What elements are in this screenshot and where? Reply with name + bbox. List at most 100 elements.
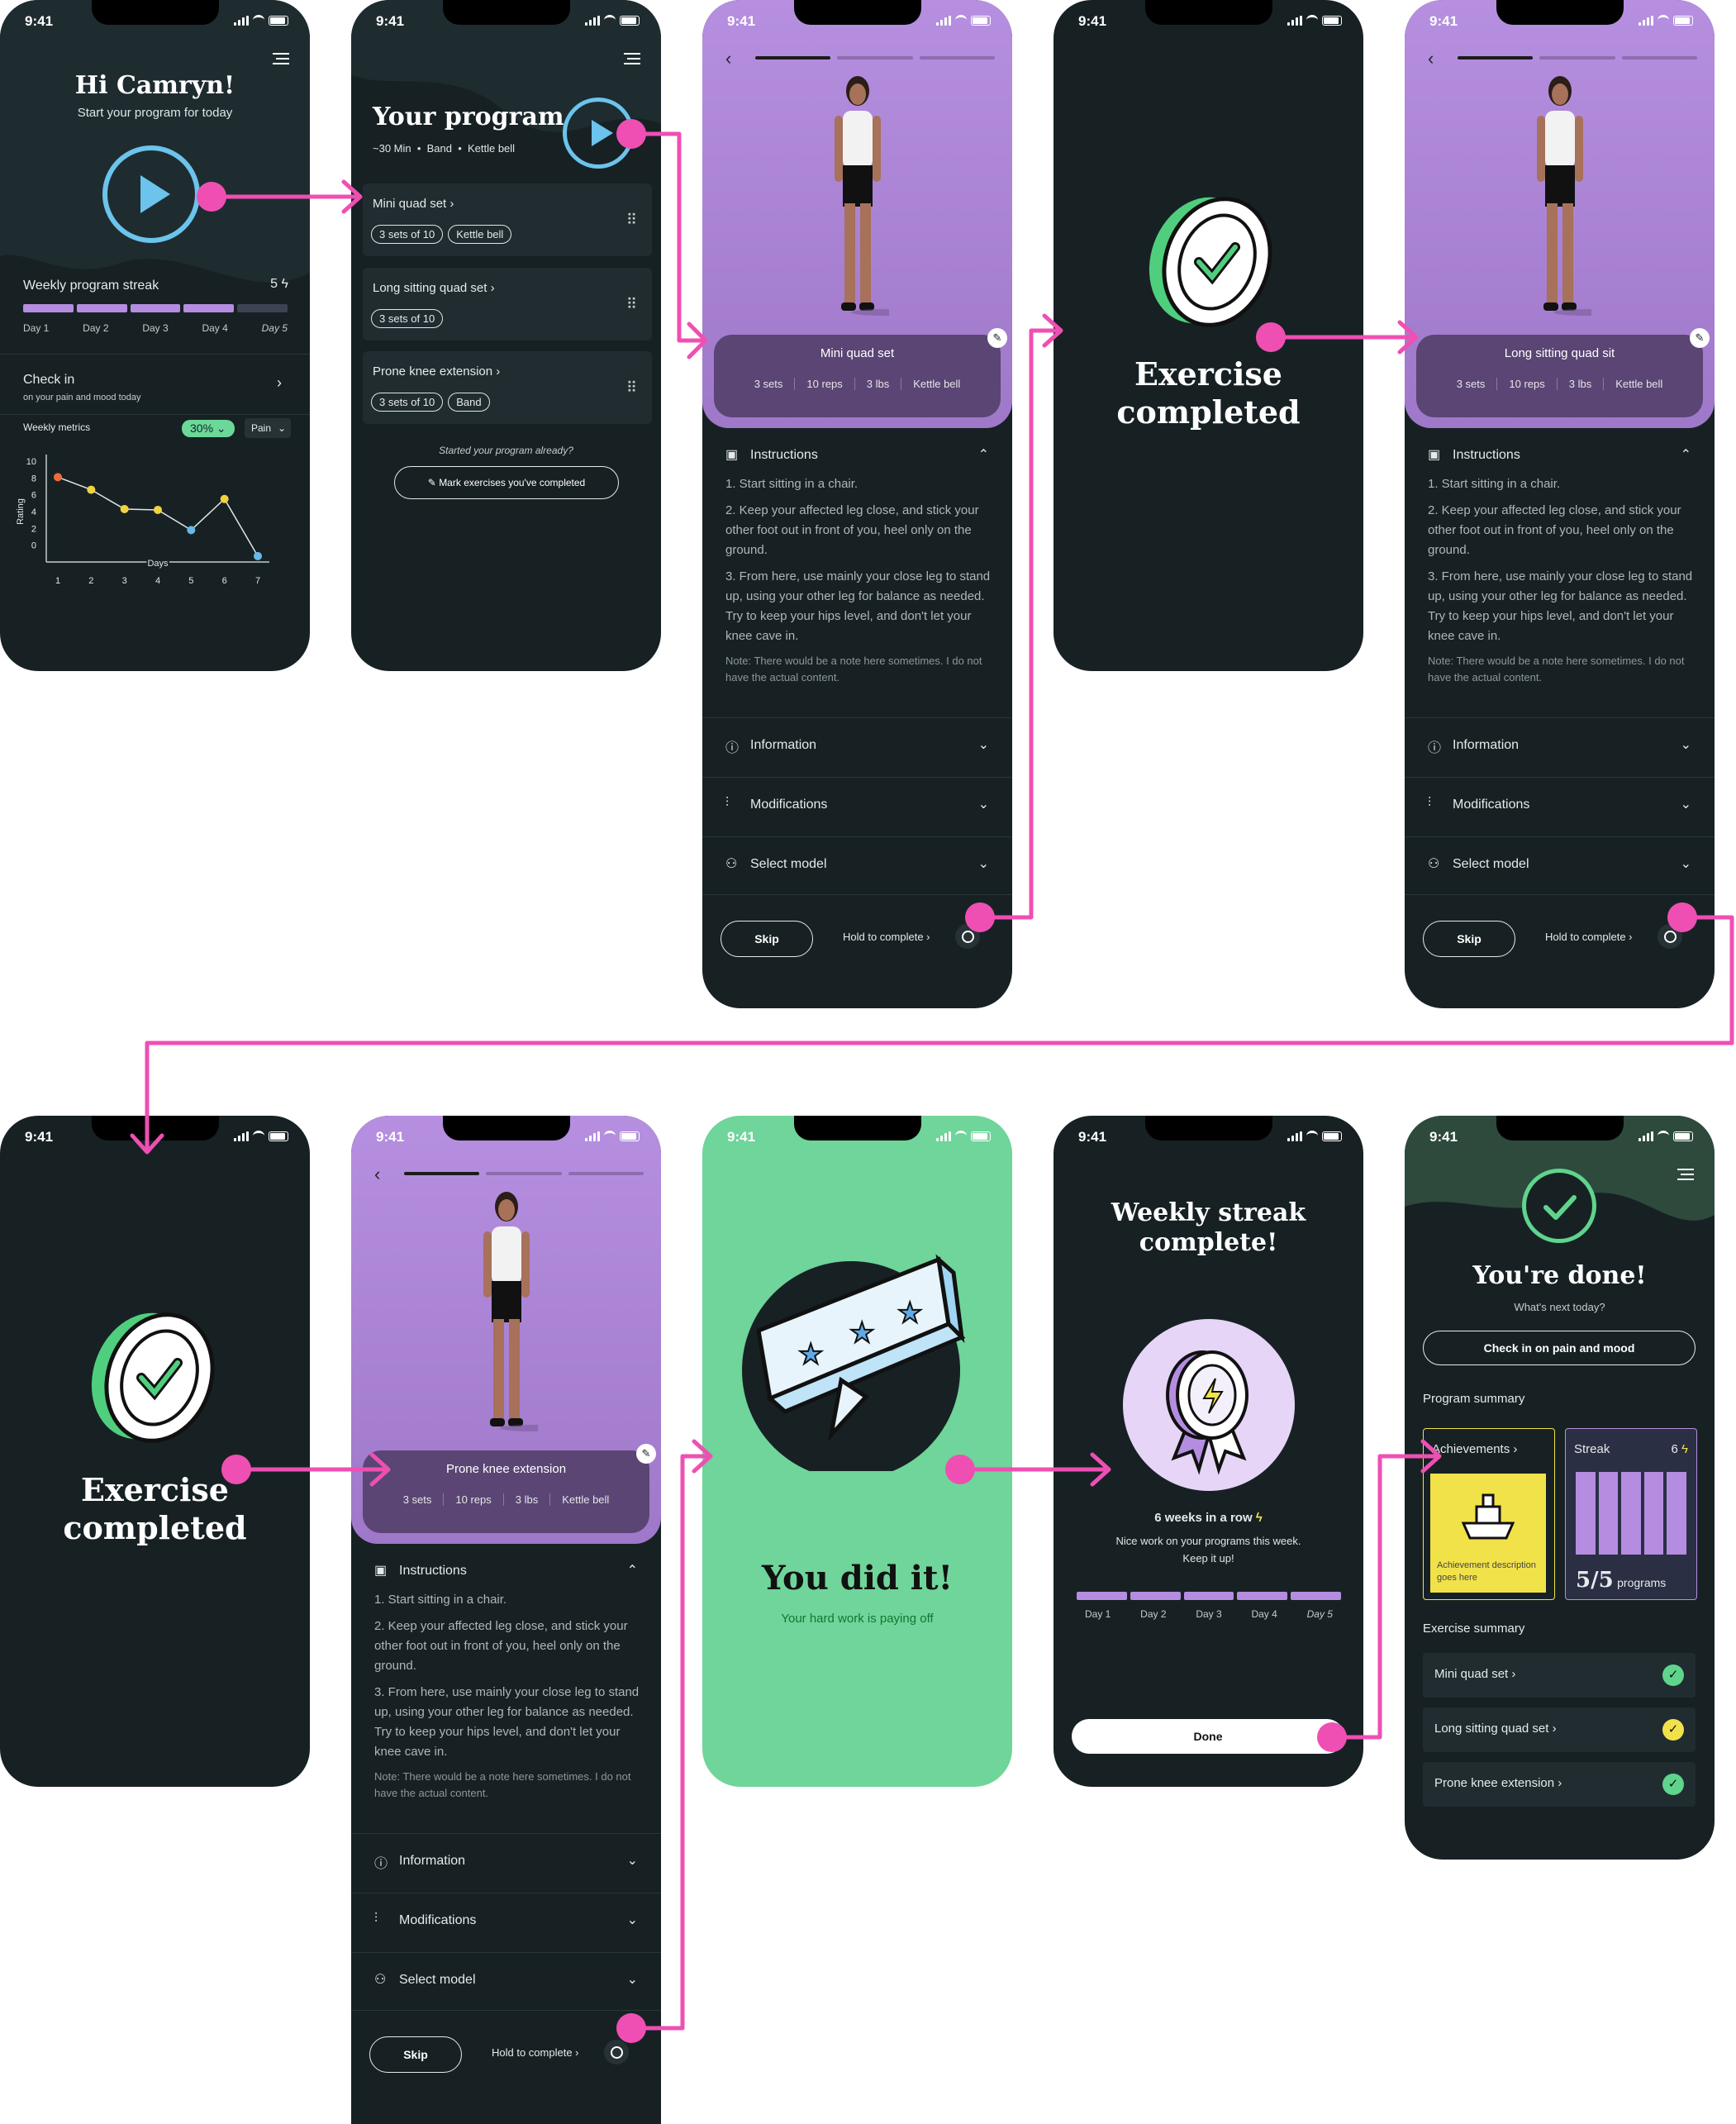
- section-select-model[interactable]: ⚇ Select model ⌄: [351, 1952, 661, 2011]
- mark-completed-button[interactable]: ✎ Mark exercises you've completed: [394, 466, 619, 499]
- streak-card[interactable]: Streak 6 ϟ 5/5 programs: [1565, 1428, 1697, 1600]
- stat: 10 reps: [444, 1493, 504, 1506]
- menu-icon[interactable]: [1677, 1169, 1694, 1180]
- day-label: Day 1: [1085, 1608, 1111, 1620]
- section-select-model[interactable]: ⚇ Select model ⌄: [1405, 836, 1715, 895]
- exercise-card[interactable]: Long sitting quad set › 3 sets of 10 ⠿: [363, 268, 652, 341]
- checkin-button[interactable]: Check in on pain and mood: [1423, 1331, 1696, 1365]
- instruction-step: 3. From here, use mainly your close leg …: [1428, 569, 1693, 643]
- edit-icon[interactable]: ✎: [1690, 328, 1710, 348]
- instruction-step: 1. Start sitting in a chair.: [725, 477, 858, 491]
- checkin-title: Check in: [23, 373, 75, 387]
- instructions-header[interactable]: ▣ Instructions ⌃: [702, 438, 1012, 474]
- instruction-step: 3. From here, use mainly your close leg …: [725, 569, 991, 643]
- drag-handle-icon[interactable]: ⠿: [626, 212, 637, 229]
- back-icon[interactable]: ‹: [374, 1164, 380, 1185]
- chevron-down-icon: ⌄: [277, 422, 286, 434]
- checkin-row[interactable]: Check in on your pain and mood today ›: [0, 354, 310, 415]
- skip-button[interactable]: Skip: [1423, 921, 1515, 957]
- hold-circle-icon[interactable]: [1658, 924, 1682, 949]
- day-label: Day 3: [142, 322, 169, 334]
- play-button[interactable]: [563, 98, 634, 169]
- edit-icon[interactable]: ✎: [987, 328, 1007, 348]
- streak-count: 5 ϟ: [270, 277, 288, 291]
- stats-row: 3 sets 10 reps 3 lbs Kettle bell: [1416, 378, 1703, 390]
- stat: 3 lbs: [504, 1493, 551, 1506]
- hold-circle-icon[interactable]: [604, 2040, 629, 2064]
- streak-days: Day 1 Day 2 Day 3 Day 4 Day 5: [1085, 1608, 1333, 1620]
- section-information[interactable]: ⓘ Information ⌄: [351, 1833, 661, 1892]
- streak-columns: [1576, 1472, 1686, 1555]
- section-information[interactable]: ⓘ Information ⌄: [1405, 717, 1715, 776]
- status-time: 9:41: [25, 1129, 54, 1145]
- section-select-model[interactable]: ⚇ Select model ⌄: [702, 836, 1012, 895]
- status-icons: [585, 15, 640, 26]
- pain-chart: 10 8 6 4 2 0 1 2 3 4 5 6 7 Rating Days: [16, 455, 269, 586]
- streak-bar: [23, 304, 288, 312]
- chevron-up-icon: ⌃: [626, 1564, 638, 1578]
- hold-to-complete[interactable]: Hold to complete ›: [1545, 931, 1633, 943]
- play-button[interactable]: [102, 145, 200, 243]
- summary-row[interactable]: Mini quad set › ✓: [1423, 1653, 1696, 1698]
- hold-to-complete[interactable]: Hold to complete ›: [843, 931, 930, 943]
- status-time: 9:41: [1429, 13, 1458, 29]
- phone-exercise-long-sitting: 9:41 ‹ Long sitting quad sit ✎ 3 sets 10…: [1405, 0, 1715, 1008]
- progress-steps: [1458, 56, 1697, 60]
- notch: [1144, 0, 1272, 25]
- skip-button[interactable]: Skip: [721, 921, 813, 957]
- y-axis-label: Rating: [16, 498, 26, 525]
- metrics-select[interactable]: Pain ⌄: [245, 418, 291, 438]
- progress-step: [486, 1172, 562, 1175]
- section-modifications[interactable]: ⫶ Modifications ⌄: [702, 777, 1012, 836]
- section-modifications[interactable]: ⫶ Modifications ⌄: [1405, 777, 1715, 836]
- ship-illustration: Achievement description goes here: [1430, 1474, 1546, 1593]
- notch: [91, 1116, 219, 1141]
- chevron-down-icon: ⌄: [626, 1854, 638, 1868]
- streak-segment: [1291, 1592, 1341, 1600]
- drag-handle-icon[interactable]: ⠿: [626, 296, 637, 313]
- section-modifications[interactable]: ⫶ Modifications ⌄: [351, 1893, 661, 1951]
- hold-circle-icon[interactable]: [955, 924, 980, 949]
- avatar-model: [483, 1192, 538, 1431]
- edit-icon[interactable]: ✎: [636, 1444, 656, 1464]
- instructions-title: Instructions: [750, 448, 818, 462]
- instructions-title: Instructions: [1453, 448, 1520, 462]
- instructions-header[interactable]: ▣ Instructions ⌃: [351, 1554, 661, 1590]
- section-information[interactable]: ⓘ Information ⌄: [702, 717, 1012, 776]
- achievements-card[interactable]: Achievements › Achievement description g…: [1423, 1428, 1555, 1600]
- people-icon: ⚇: [374, 1973, 387, 1987]
- phone-exercise-mini-quad: 9:41 ‹ Mini quad set ✎ 3 sets 10 reps 3 …: [702, 0, 1012, 1008]
- exercise-card[interactable]: Prone knee extension › 3 sets of 10 Band …: [363, 351, 652, 424]
- bolt-icon: ϟ: [1255, 1511, 1263, 1525]
- exercise-card[interactable]: Mini quad set › 3 sets of 10 Kettle bell …: [363, 183, 652, 256]
- back-icon[interactable]: ‹: [725, 48, 731, 69]
- menu-icon[interactable]: [273, 53, 289, 64]
- done-button[interactable]: Done: [1072, 1719, 1344, 1754]
- exercise-title: Long sitting quad sit: [1504, 346, 1615, 360]
- skip-button[interactable]: Skip: [369, 2036, 462, 2073]
- x-tick-label: 2: [88, 576, 93, 586]
- info-icon: ⓘ: [374, 1857, 388, 1871]
- check-icon: ✓: [1662, 1664, 1684, 1686]
- instructions-header[interactable]: ▣ Instructions ⌃: [1405, 438, 1715, 474]
- streak-title: Weekly streak complete!: [1111, 1198, 1306, 1257]
- status-icons: [234, 15, 288, 26]
- day-label: Day 1: [23, 322, 50, 334]
- streak-card-count: 6 ϟ: [1671, 1442, 1688, 1456]
- menu-icon[interactable]: [624, 53, 640, 64]
- you-did-it-subtitle: Your hard work is paying off: [781, 1612, 934, 1626]
- hold-to-complete[interactable]: Hold to complete ›: [492, 2046, 579, 2059]
- achievements-label: Achievements ›: [1432, 1442, 1518, 1456]
- progress-step: [568, 1172, 644, 1175]
- greeting-subtitle: Start your program for today: [77, 106, 233, 120]
- day-label: Day 4: [1251, 1608, 1277, 1620]
- streak-medal-illustration: [1123, 1319, 1295, 1491]
- drag-handle-icon[interactable]: ⠿: [626, 379, 637, 397]
- summary-row[interactable]: Prone knee extension › ✓: [1423, 1762, 1696, 1807]
- status-icons: [234, 1131, 288, 1141]
- back-icon[interactable]: ‹: [1428, 48, 1434, 69]
- status-time: 9:41: [1078, 1129, 1107, 1145]
- tag: 3 sets of 10: [371, 309, 444, 328]
- summary-row[interactable]: Long sitting quad set › ✓: [1423, 1707, 1696, 1752]
- instructions-title: Instructions: [399, 1564, 467, 1578]
